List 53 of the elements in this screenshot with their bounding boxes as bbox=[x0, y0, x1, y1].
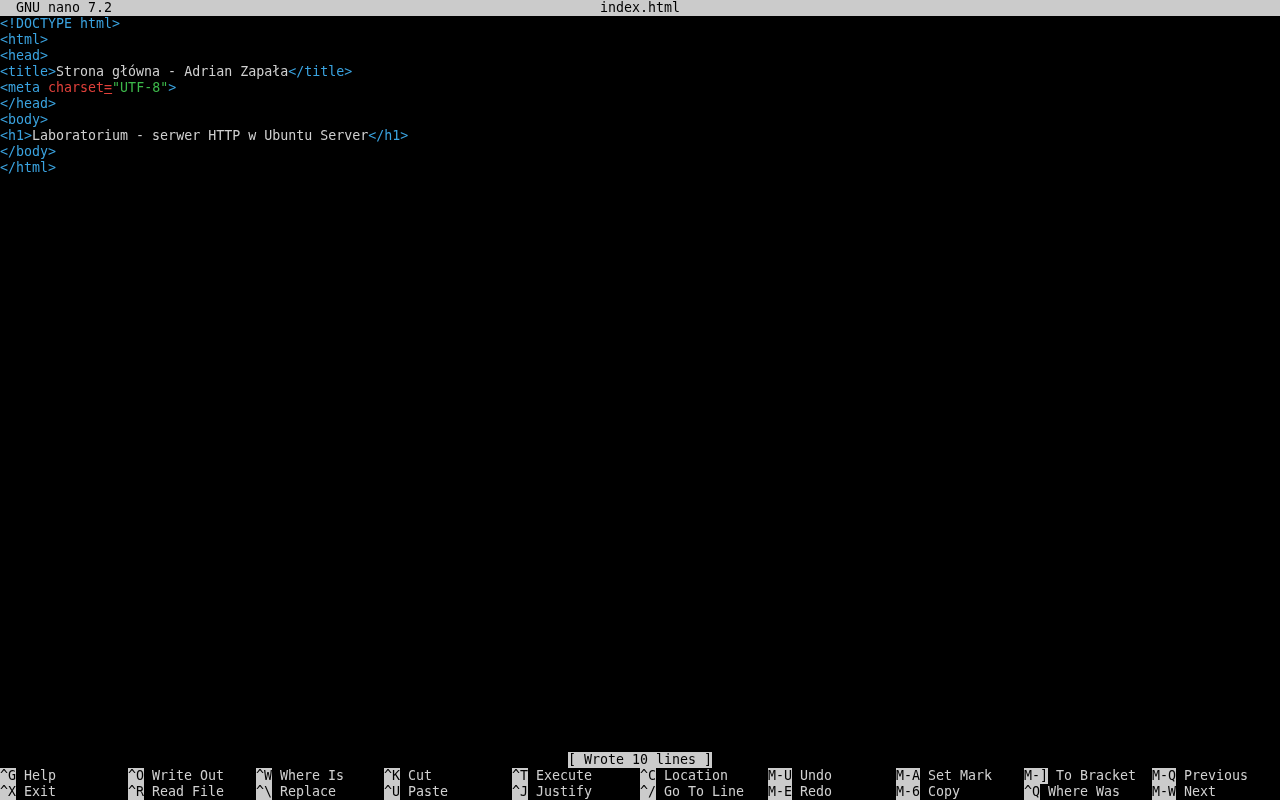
shortcut-key: M-6 bbox=[896, 784, 921, 800]
shortcut-label: Help bbox=[24, 768, 57, 784]
shortcut-label: Paste bbox=[408, 784, 449, 800]
app-version: GNU nano 7.2 bbox=[16, 0, 113, 16]
shortcut-key: M-] bbox=[1024, 768, 1049, 784]
shortcut-key: ^/ bbox=[640, 784, 656, 800]
shortcut-key: ^C bbox=[640, 768, 656, 784]
shortcut-label: Previous bbox=[1184, 768, 1249, 784]
shortcut-label: Exit bbox=[24, 784, 57, 800]
shortcut-label: Location bbox=[664, 768, 729, 784]
code-line: </head> bbox=[0, 96, 57, 112]
code-line: <h1>Laboratorium - serwer HTTP w Ubuntu Server</h1> bbox=[0, 128, 409, 144]
code-line: </body> bbox=[0, 144, 57, 160]
shortcut-label: Where Is bbox=[280, 768, 345, 784]
code-line: </html> bbox=[0, 160, 57, 176]
shortcut-key: ^Q bbox=[1024, 784, 1040, 800]
shortcut-key: ^G bbox=[0, 768, 16, 784]
shortcut-key: ^K bbox=[384, 768, 400, 784]
code-line: <!DOCTYPE html> bbox=[0, 16, 121, 32]
shortcut-key: M-W bbox=[1152, 784, 1177, 800]
shortcut-label: Undo bbox=[800, 768, 833, 784]
shortcut-key: ^T bbox=[512, 768, 528, 784]
shortcut-label: Go To Line bbox=[664, 784, 745, 800]
shortcut-label: Read File bbox=[152, 784, 225, 800]
shortcut-key: ^\ bbox=[256, 784, 272, 800]
code-line: <head> bbox=[0, 48, 49, 64]
shortcut-key: M-Q bbox=[1152, 768, 1177, 784]
code-line: <title>Strona główna - Adrian Zapała</title> bbox=[0, 64, 353, 80]
shortcut-label: Set Mark bbox=[928, 768, 993, 784]
shortcut-key: ^X bbox=[0, 784, 16, 800]
shortcut-key: M-U bbox=[768, 768, 793, 784]
shortcut-key: M-A bbox=[896, 768, 921, 784]
file-name: index.html bbox=[599, 0, 681, 16]
code-line: <html> bbox=[0, 32, 49, 48]
shortcut-label: Write Out bbox=[152, 768, 225, 784]
shortcut-key: ^U bbox=[384, 784, 400, 800]
shortcut-label: Redo bbox=[800, 784, 833, 800]
shortcut-label: To Bracket bbox=[1056, 768, 1137, 784]
shortcut-label: Copy bbox=[928, 784, 961, 800]
shortcut-label: Next bbox=[1184, 784, 1217, 800]
shortcut-key: ^J bbox=[512, 784, 528, 800]
code-line: <meta charset="UTF-8"> bbox=[0, 80, 177, 96]
shortcut-label: Where Was bbox=[1048, 784, 1121, 800]
code-line: <body> bbox=[0, 112, 49, 128]
shortcut-key: ^R bbox=[128, 784, 144, 800]
status-message: [ Wrote 10 lines ] bbox=[567, 752, 713, 768]
shortcut-label: Cut bbox=[408, 768, 433, 784]
shortcut-label: Replace bbox=[280, 784, 337, 800]
shortcut-label: Execute bbox=[536, 768, 593, 784]
shortcut-key: M-E bbox=[768, 784, 793, 800]
shortcut-key: ^W bbox=[256, 768, 272, 784]
shortcut-label: Justify bbox=[536, 784, 593, 800]
shortcut-key: ^O bbox=[128, 768, 144, 784]
